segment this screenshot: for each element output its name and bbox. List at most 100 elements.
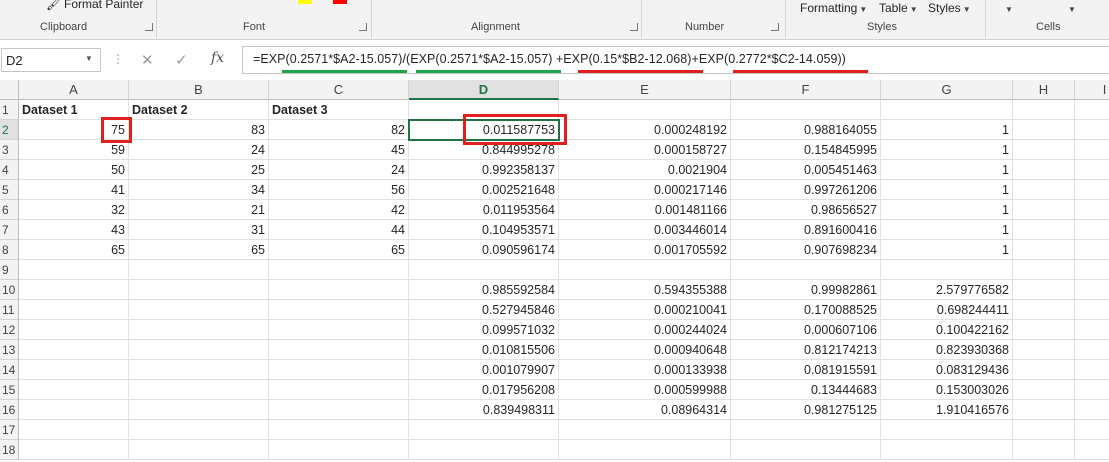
cell-h13[interactable]	[1013, 340, 1075, 360]
cell-b18[interactable]	[129, 440, 269, 460]
cell-a2[interactable]: 75	[19, 120, 129, 140]
cell-c14[interactable]	[269, 360, 409, 380]
column-header-e[interactable]: E	[559, 80, 731, 100]
cell-b4[interactable]: 25	[129, 160, 269, 180]
cancel-icon[interactable]: ✕	[141, 51, 154, 69]
cell-e14[interactable]: 0.000133938	[559, 360, 731, 380]
cell-e9[interactable]	[559, 260, 731, 280]
cell-g6[interactable]: 1	[881, 200, 1013, 220]
select-all-button[interactable]	[0, 80, 19, 100]
cell-g5[interactable]: 1	[881, 180, 1013, 200]
cell-g7[interactable]: 1	[881, 220, 1013, 240]
cell-c8[interactable]: 65	[269, 240, 409, 260]
clipboard-launcher-icon[interactable]	[145, 23, 153, 31]
column-header-i[interactable]: I	[1075, 80, 1109, 100]
cell-a15[interactable]	[19, 380, 129, 400]
row-header-17[interactable]: 17	[0, 420, 19, 440]
cell-g16[interactable]: 1.910416576	[881, 400, 1013, 420]
alignment-launcher-icon[interactable]	[630, 23, 638, 31]
cell-i18[interactable]	[1075, 440, 1109, 460]
cell-a5[interactable]: 41	[19, 180, 129, 200]
cell-c3[interactable]: 45	[269, 140, 409, 160]
cell-f7[interactable]: 0.891600416	[731, 220, 881, 240]
font-launcher-icon[interactable]	[359, 23, 367, 31]
format-painter-icon[interactable]: 🖌	[46, 0, 61, 11]
cell-a11[interactable]	[19, 300, 129, 320]
cell-f13[interactable]: 0.812174213	[731, 340, 881, 360]
cell-e18[interactable]	[559, 440, 731, 460]
cell-g1[interactable]	[881, 100, 1013, 120]
cell-i1[interactable]	[1075, 100, 1109, 120]
cell-g4[interactable]: 1	[881, 160, 1013, 180]
chevron-down-icon[interactable]: ▼	[85, 54, 93, 63]
cell-f17[interactable]	[731, 420, 881, 440]
cell-f18[interactable]	[731, 440, 881, 460]
cell-b8[interactable]: 65	[129, 240, 269, 260]
cell-c6[interactable]: 42	[269, 200, 409, 220]
cell-f11[interactable]: 0.170088525	[731, 300, 881, 320]
cell-g10[interactable]: 2.579776582	[881, 280, 1013, 300]
cell-c15[interactable]	[269, 380, 409, 400]
cell-d8[interactable]: 0.090596174	[409, 240, 559, 260]
cell-a18[interactable]	[19, 440, 129, 460]
row-header-12[interactable]: 12	[0, 320, 19, 340]
font-color-swatch[interactable]	[333, 0, 347, 4]
row-header-8[interactable]: 8	[0, 240, 19, 260]
cell-c13[interactable]	[269, 340, 409, 360]
cell-i13[interactable]	[1075, 340, 1109, 360]
cell-c12[interactable]	[269, 320, 409, 340]
row-header-18[interactable]: 18	[0, 440, 19, 460]
cell-b6[interactable]: 21	[129, 200, 269, 220]
cell-h5[interactable]	[1013, 180, 1075, 200]
cell-a7[interactable]: 43	[19, 220, 129, 240]
row-header-4[interactable]: 4	[0, 160, 19, 180]
cell-b9[interactable]	[129, 260, 269, 280]
cell-b1[interactable]: Dataset 2	[129, 100, 269, 120]
cell-d16[interactable]: 0.839498311	[409, 400, 559, 420]
column-header-d[interactable]: D	[409, 80, 559, 100]
cell-d15[interactable]: 0.017956208	[409, 380, 559, 400]
cell-h10[interactable]	[1013, 280, 1075, 300]
cell-b16[interactable]	[129, 400, 269, 420]
cell-a12[interactable]	[19, 320, 129, 340]
cell-d18[interactable]	[409, 440, 559, 460]
cell-c10[interactable]	[269, 280, 409, 300]
column-header-c[interactable]: C	[269, 80, 409, 100]
cell-c4[interactable]: 24	[269, 160, 409, 180]
cell-g9[interactable]	[881, 260, 1013, 280]
cell-i5[interactable]	[1075, 180, 1109, 200]
cell-f3[interactable]: 0.154845995	[731, 140, 881, 160]
row-header-3[interactable]: 3	[0, 140, 19, 160]
row-header-14[interactable]: 14	[0, 360, 19, 380]
cell-f4[interactable]: 0.005451463	[731, 160, 881, 180]
cell-c1[interactable]: Dataset 3	[269, 100, 409, 120]
cell-e8[interactable]: 0.001705592	[559, 240, 731, 260]
cell-c18[interactable]	[269, 440, 409, 460]
cell-f2[interactable]: 0.988164055	[731, 120, 881, 140]
cell-b3[interactable]: 24	[129, 140, 269, 160]
cell-i7[interactable]	[1075, 220, 1109, 240]
cell-a8[interactable]: 65	[19, 240, 129, 260]
cell-e5[interactable]: 0.000217146	[559, 180, 731, 200]
cell-d12[interactable]: 0.099571032	[409, 320, 559, 340]
cell-d2[interactable]: 0.011587753	[409, 120, 559, 140]
cell-e10[interactable]: 0.594355388	[559, 280, 731, 300]
insert-cells-caret[interactable]: ▼	[1003, 1, 1013, 15]
cell-h7[interactable]	[1013, 220, 1075, 240]
cell-f14[interactable]: 0.081915591	[731, 360, 881, 380]
cell-e7[interactable]: 0.003446014	[559, 220, 731, 240]
cell-i11[interactable]	[1075, 300, 1109, 320]
cell-i14[interactable]	[1075, 360, 1109, 380]
cell-a13[interactable]	[19, 340, 129, 360]
cell-c2[interactable]: 82	[269, 120, 409, 140]
format-as-table-button[interactable]: Table ▼	[879, 1, 918, 15]
cell-f8[interactable]: 0.907698234	[731, 240, 881, 260]
cell-b2[interactable]: 83	[129, 120, 269, 140]
cell-i9[interactable]	[1075, 260, 1109, 280]
cell-i17[interactable]	[1075, 420, 1109, 440]
row-header-1[interactable]: 1	[0, 100, 19, 120]
column-header-h[interactable]: H	[1013, 80, 1075, 100]
cell-c11[interactable]	[269, 300, 409, 320]
cell-f15[interactable]: 0.13444683	[731, 380, 881, 400]
cell-b11[interactable]	[129, 300, 269, 320]
